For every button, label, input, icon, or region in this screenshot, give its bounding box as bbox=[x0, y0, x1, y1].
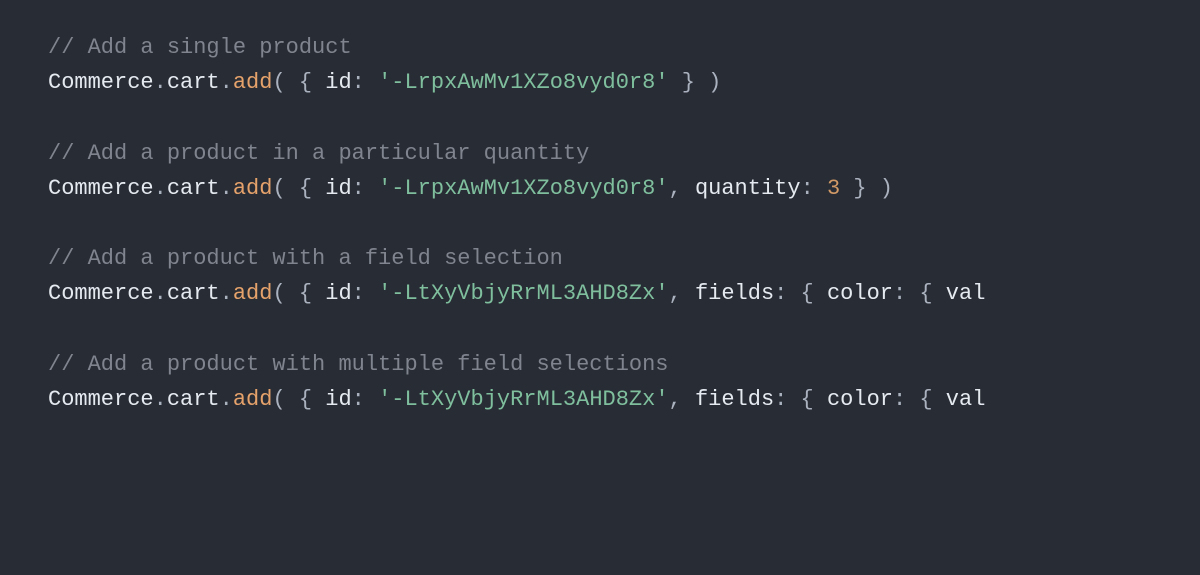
code-token-ident: Commerce bbox=[48, 176, 154, 201]
code-token-method: add bbox=[233, 281, 273, 306]
code-token-ident: id bbox=[325, 176, 351, 201]
code-line: Commerce.cart.add( { id: '-LrpxAwMv1XZo8… bbox=[48, 176, 893, 201]
code-token-punct: ( { bbox=[272, 70, 325, 95]
code-token-punct: : bbox=[352, 281, 378, 306]
code-token-punct: , bbox=[669, 281, 695, 306]
code-token-punct: . bbox=[154, 281, 167, 306]
code-token-punct: : { bbox=[774, 387, 827, 412]
code-token-punct: . bbox=[154, 176, 167, 201]
code-comment: // Add a product in a particular quantit… bbox=[48, 141, 589, 166]
code-token-punct: , bbox=[669, 387, 695, 412]
code-token-punct: : { bbox=[774, 281, 827, 306]
code-line: Commerce.cart.add( { id: '-LrpxAwMv1XZo8… bbox=[48, 70, 721, 95]
code-token-ident: cart bbox=[167, 387, 220, 412]
code-token-punct: } ) bbox=[669, 70, 722, 95]
code-line: Commerce.cart.add( { id: '-LtXyVbjyRrML3… bbox=[48, 387, 985, 412]
code-token-punct: . bbox=[154, 70, 167, 95]
code-token-method: add bbox=[233, 387, 273, 412]
code-token-punct: . bbox=[220, 176, 233, 201]
code-token-string: '-LtXyVbjyRrML3AHD8Zx' bbox=[378, 387, 668, 412]
code-token-ident: color bbox=[827, 387, 893, 412]
code-line: // Add a single product bbox=[48, 35, 352, 60]
code-block[interactable]: // Add a single product Commerce.cart.ad… bbox=[0, 0, 1200, 447]
code-token-punct: : { bbox=[893, 387, 946, 412]
code-token-method: add bbox=[233, 70, 273, 95]
code-token-ident: Commerce bbox=[48, 281, 154, 306]
code-token-punct: . bbox=[220, 281, 233, 306]
code-token-method: add bbox=[233, 176, 273, 201]
code-comment: // Add a product with multiple field sel… bbox=[48, 352, 669, 377]
code-token-ident: cart bbox=[167, 70, 220, 95]
code-token-punct: : { bbox=[893, 281, 946, 306]
code-line: Commerce.cart.add( { id: '-LtXyVbjyRrML3… bbox=[48, 281, 985, 306]
code-comment: // Add a product with a field selection bbox=[48, 246, 563, 271]
code-line bbox=[48, 206, 1152, 241]
code-token-punct: . bbox=[220, 387, 233, 412]
code-token-punct: . bbox=[154, 387, 167, 412]
code-token-punct: ( { bbox=[272, 387, 325, 412]
code-token-ident: cart bbox=[167, 281, 220, 306]
code-token-punct: , bbox=[669, 176, 695, 201]
code-token-punct: . bbox=[220, 70, 233, 95]
code-line: // Add a product with multiple field sel… bbox=[48, 352, 669, 377]
code-token-ident: id bbox=[325, 387, 351, 412]
code-token-punct: : bbox=[352, 70, 378, 95]
code-line bbox=[48, 100, 1152, 135]
code-token-ident: id bbox=[325, 70, 351, 95]
code-line: // Add a product in a particular quantit… bbox=[48, 141, 589, 166]
code-line: // Add a product with a field selection bbox=[48, 246, 563, 271]
code-token-ident: cart bbox=[167, 176, 220, 201]
code-token-punct: : bbox=[352, 387, 378, 412]
code-token-ident: val bbox=[946, 387, 986, 412]
code-token-ident: color bbox=[827, 281, 893, 306]
code-token-ident: Commerce bbox=[48, 387, 154, 412]
code-token-string: '-LrpxAwMv1XZo8vyd0r8' bbox=[378, 70, 668, 95]
code-token-string: '-LtXyVbjyRrML3AHD8Zx' bbox=[378, 281, 668, 306]
code-token-ident: quantity bbox=[695, 176, 801, 201]
code-token-ident: fields bbox=[695, 281, 774, 306]
code-comment: // Add a single product bbox=[48, 35, 352, 60]
code-token-punct: ( { bbox=[272, 176, 325, 201]
code-token-punct: : bbox=[352, 176, 378, 201]
code-token-ident: fields bbox=[695, 387, 774, 412]
code-token-punct: ( { bbox=[272, 281, 325, 306]
code-token-punct: } ) bbox=[840, 176, 893, 201]
code-token-ident: id bbox=[325, 281, 351, 306]
code-token-ident: Commerce bbox=[48, 70, 154, 95]
code-token-number: 3 bbox=[827, 176, 840, 201]
code-token-string: '-LrpxAwMv1XZo8vyd0r8' bbox=[378, 176, 668, 201]
code-token-ident: val bbox=[946, 281, 986, 306]
code-token-punct: : bbox=[801, 176, 827, 201]
code-line bbox=[48, 312, 1152, 347]
